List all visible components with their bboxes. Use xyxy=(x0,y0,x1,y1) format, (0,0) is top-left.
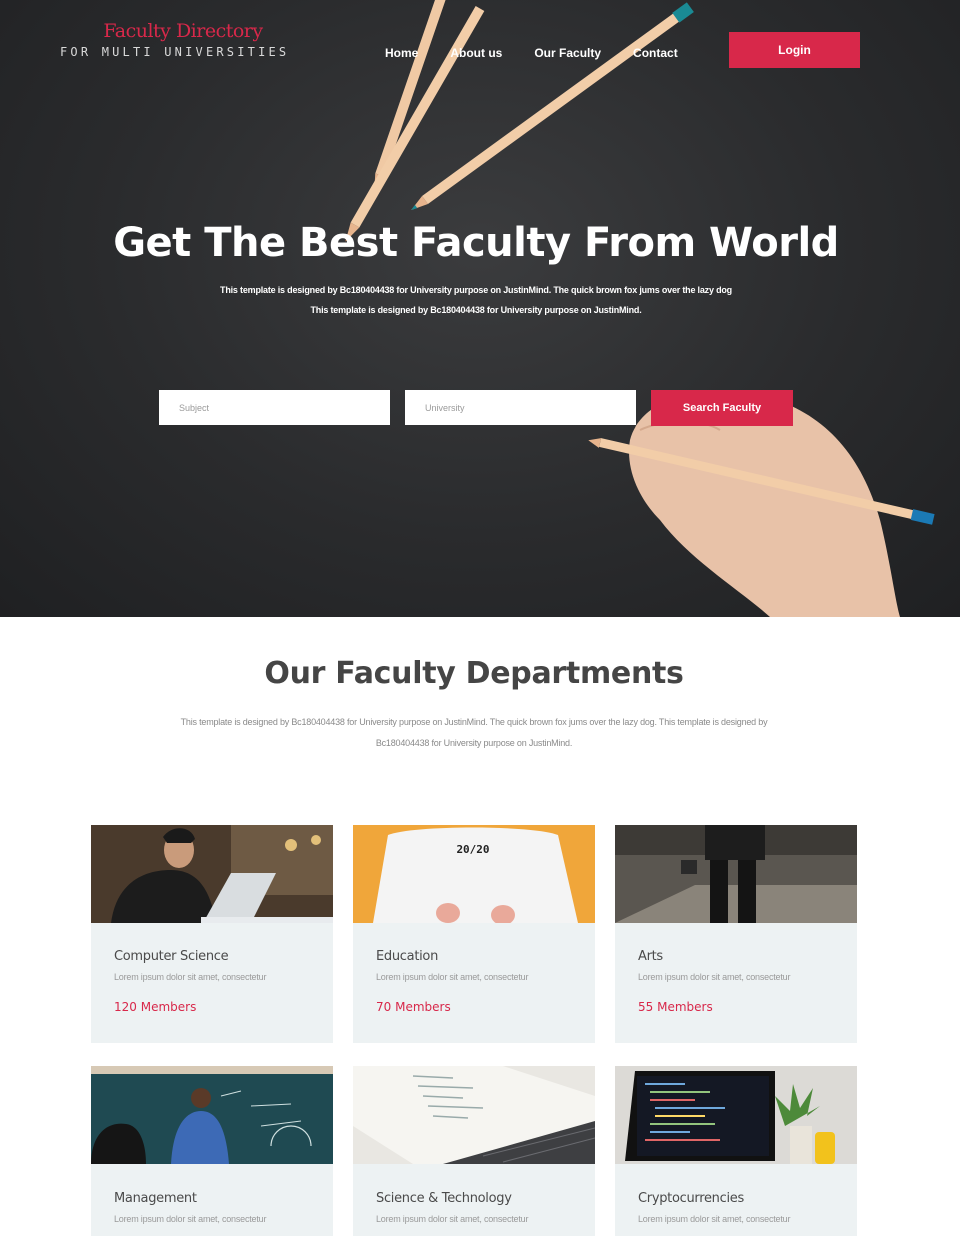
cryptocurrencies-image xyxy=(615,1066,857,1164)
card-title: Education xyxy=(376,949,439,964)
card-title: Science & Technology xyxy=(376,1191,512,1206)
department-card-cryptocurrencies[interactable]: Cryptocurrencies Lorem ipsum dolor sit a… xyxy=(615,1066,857,1236)
card-members[interactable]: 55 Members xyxy=(638,1000,713,1014)
science-technology-image xyxy=(353,1066,595,1164)
card-description: Lorem ipsum dolor sit amet, consectetur xyxy=(376,1214,529,1224)
hero-section: Faculty Directory FOR MULTI UNIVERSITIES… xyxy=(0,0,960,617)
card-description: Lorem ipsum dolor sit amet, consectetur xyxy=(114,1214,267,1224)
card-members[interactable]: 120 Members xyxy=(114,1000,196,1014)
login-button[interactable]: Login xyxy=(729,32,860,68)
card-description: Lorem ipsum dolor sit amet, consectetur xyxy=(376,972,529,982)
nav-our-faculty[interactable]: Our Faculty xyxy=(534,46,601,60)
nav-contact[interactable]: Contact xyxy=(633,46,678,60)
card-description: Lorem ipsum dolor sit amet, consectetur xyxy=(638,972,791,982)
card-description: Lorem ipsum dolor sit amet, consectetur xyxy=(638,1214,791,1224)
nav-home[interactable]: Home xyxy=(385,46,418,60)
departments-description: This template is designed by Bc180404438… xyxy=(180,717,768,748)
departments-title: Our Faculty Departments xyxy=(264,656,684,691)
hero-title: Get The Best Faculty From World xyxy=(113,220,839,266)
department-card-computer-science[interactable]: Computer Science Lorem ipsum dolor sit a… xyxy=(91,825,333,1043)
site-logo[interactable]: Faculty Directory FOR MULTI UNIVERSITIES xyxy=(60,20,300,59)
arts-image xyxy=(615,825,857,923)
card-title: Cryptocurrencies xyxy=(638,1191,744,1206)
search-faculty-button[interactable]: Search Faculty xyxy=(651,390,793,426)
nav-about-us[interactable]: About us xyxy=(450,46,502,60)
department-card-arts[interactable]: Arts Lorem ipsum dolor sit amet, consect… xyxy=(615,825,857,1043)
hero-subtitle-line1: This template is designed by Bc180404438… xyxy=(220,285,732,295)
card-title: Arts xyxy=(638,949,663,964)
computer-science-image xyxy=(91,825,333,923)
department-card-science-technology[interactable]: Science & Technology Lorem ipsum dolor s… xyxy=(353,1066,595,1236)
department-card-management[interactable]: Management Lorem ipsum dolor sit amet, c… xyxy=(91,1066,333,1236)
card-title: Management xyxy=(114,1191,197,1206)
education-image: 20/20 xyxy=(353,825,595,923)
card-members[interactable]: 70 Members xyxy=(376,1000,451,1014)
svg-text:20/20: 20/20 xyxy=(456,843,489,856)
logo-title: Faculty Directory xyxy=(103,20,263,42)
logo-subtitle: FOR MULTI UNIVERSITIES xyxy=(60,45,290,59)
main-nav: Home About us Our Faculty Contact xyxy=(385,46,710,60)
card-title: Computer Science xyxy=(114,949,229,964)
management-image xyxy=(91,1066,333,1164)
department-card-education[interactable]: 20/20 Education Lorem ipsum dolor sit am… xyxy=(353,825,595,1043)
hero-subtitle-line2: This template is designed by Bc180404438… xyxy=(310,305,642,315)
subject-input[interactable] xyxy=(159,390,390,425)
university-input[interactable] xyxy=(405,390,636,425)
card-description: Lorem ipsum dolor sit amet, consectetur xyxy=(114,972,267,982)
